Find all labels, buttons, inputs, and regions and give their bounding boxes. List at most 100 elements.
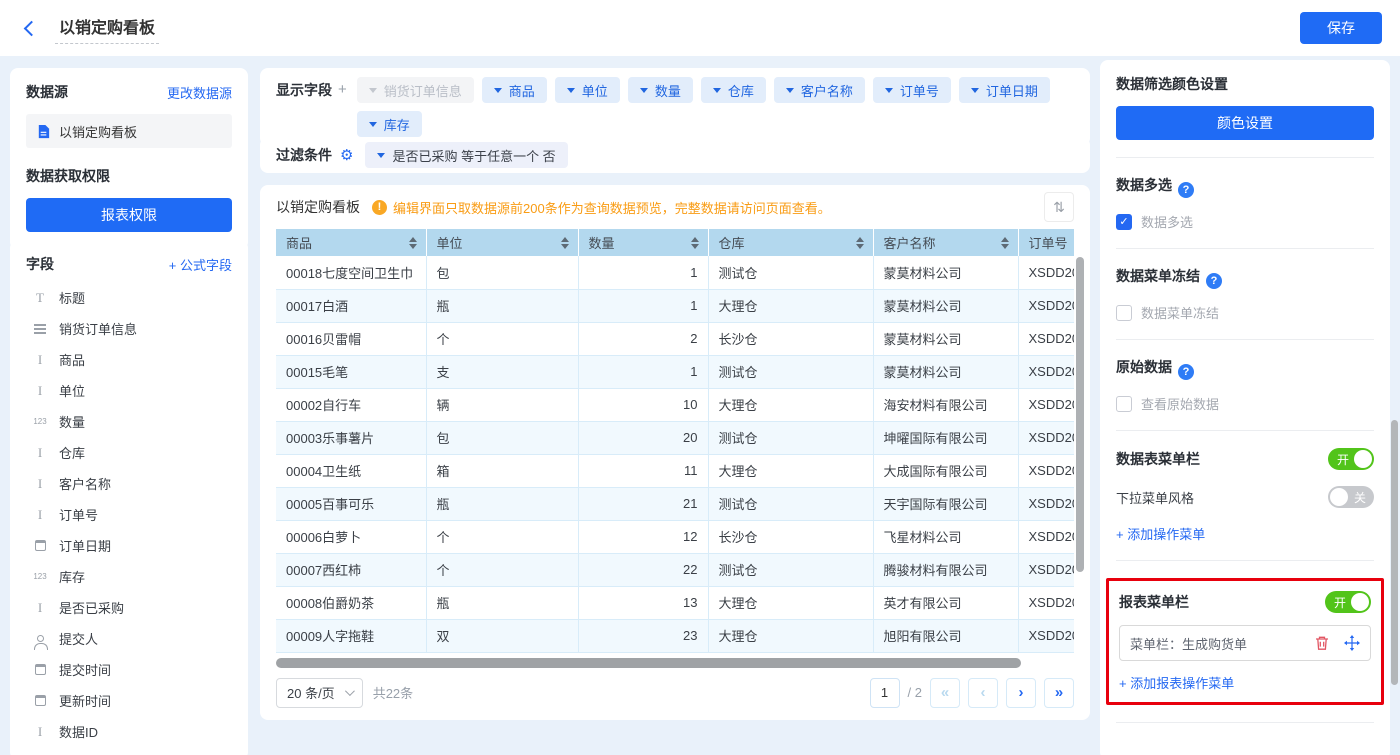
add-display-field-icon[interactable]: + (338, 77, 347, 137)
page-vertical-scrollbar[interactable] (1391, 420, 1398, 685)
field-chip[interactable]: 单位 (555, 77, 620, 103)
page-size-select[interactable]: 20 条/页 (276, 678, 363, 708)
toggle-knob (1354, 450, 1372, 468)
next-page-button[interactable]: › (1006, 678, 1036, 708)
field-item[interactable]: I订单号 (26, 499, 232, 530)
add-action-menu-link[interactable]: + 添加操作菜单 (1116, 524, 1205, 543)
sort-arrows-icon[interactable] (561, 237, 569, 249)
help-icon[interactable]: ? (1206, 273, 1222, 289)
back-icon[interactable] (24, 20, 40, 36)
move-icon[interactable] (1344, 635, 1360, 651)
field-item[interactable]: 提交时间 (26, 654, 232, 685)
table-horizontal-scrollbar[interactable] (276, 658, 1074, 668)
column-header[interactable]: 商品 (276, 229, 426, 256)
table-row[interactable]: 00002自行车辆10大理仓海安材料有限公司XSDD20 (276, 388, 1074, 421)
field-item[interactable]: 123库存 (26, 561, 232, 592)
color-settings-title: 数据筛选颜色设置 (1116, 74, 1374, 94)
column-header[interactable]: 单位 (426, 229, 578, 256)
help-icon[interactable]: ? (1178, 182, 1194, 198)
page-number-input[interactable]: 1 (870, 678, 900, 708)
multi-select-title: 数据多选 (1116, 177, 1172, 193)
last-page-button[interactable]: » (1044, 678, 1074, 708)
chevron-down-icon (885, 88, 893, 93)
field-chip[interactable]: 数量 (628, 77, 693, 103)
field-item[interactable]: T标题 (26, 282, 232, 313)
page-title: 以销定购看板 (55, 12, 159, 44)
dropdown-style-toggle[interactable]: 关 (1328, 486, 1374, 508)
table-menu-toggle[interactable]: 开 (1328, 448, 1374, 470)
column-header[interactable]: 客户名称 (873, 229, 1018, 256)
gear-icon[interactable]: ⚙ (340, 148, 353, 163)
filter-condition-chip[interactable]: 是否已采购 等于任意一个 否 (365, 142, 567, 168)
report-menu-highlight: 报表菜单栏 开 菜单栏：生成购货单 + 添加报表操作菜单 (1106, 578, 1384, 705)
table-row[interactable]: 00009人字拖鞋双23大理仓旭阳有限公司XSDD20 (276, 619, 1074, 652)
field-item[interactable]: 123数量 (26, 406, 232, 437)
sort-order-button[interactable]: ⇅ (1044, 192, 1074, 222)
field-chip[interactable]: 销货订单信息 (357, 77, 474, 103)
field-chip[interactable]: 仓库 (701, 77, 766, 103)
field-item[interactable]: I客户名称 (26, 468, 232, 499)
add-report-action-menu-link[interactable]: + 添加报表操作菜单 (1119, 673, 1234, 692)
table-row[interactable]: 00004卫生纸箱11大理仓大成国际有限公司XSDD20 (276, 454, 1074, 487)
report-menu-toggle[interactable]: 开 (1325, 591, 1371, 613)
sort-arrows-icon[interactable] (856, 237, 864, 249)
table-vertical-scrollbar[interactable] (1076, 257, 1084, 572)
checkbox-unchecked-icon[interactable] (1116, 305, 1132, 321)
text-field-icon: I (30, 383, 50, 399)
sort-arrows-icon[interactable] (409, 237, 417, 249)
field-item[interactable]: 销货订单信息 (26, 313, 232, 344)
raw-data-checkbox[interactable]: 查看原始数据 (1116, 394, 1374, 413)
table-row[interactable]: 00016贝雷帽个2长沙仓蒙莫材料公司XSDD20 (276, 322, 1074, 355)
table-row[interactable]: 00018七度空间卫生巾包1测试仓蒙莫材料公司XSDD20 (276, 256, 1074, 289)
date-field-icon (30, 540, 50, 551)
table-row[interactable]: 00017白酒瓶1大理仓蒙莫材料公司XSDD20 (276, 289, 1074, 322)
field-item[interactable]: I数据ID (26, 716, 232, 747)
multi-select-checkbox[interactable]: ✓ 数据多选 (1116, 212, 1374, 231)
chevron-down-icon (345, 686, 355, 696)
field-item[interactable]: I商品 (26, 344, 232, 375)
chevron-down-icon (713, 88, 721, 93)
field-item[interactable]: 订单日期 (26, 530, 232, 561)
sort-arrows-icon[interactable] (691, 237, 699, 249)
datasource-item[interactable]: 以销定购看板 (26, 114, 232, 148)
first-page-button[interactable]: « (930, 678, 960, 708)
prev-page-button[interactable]: ‹ (968, 678, 998, 708)
field-item[interactable]: 提交人 (26, 623, 232, 654)
table-row[interactable]: 00003乐事薯片包20测试仓坤曜国际有限公司XSDD20 (276, 421, 1074, 454)
change-datasource-link[interactable]: 更改数据源 (167, 83, 232, 102)
checkbox-checked-icon[interactable]: ✓ (1116, 214, 1132, 230)
column-header[interactable]: 数量 (578, 229, 708, 256)
report-permission-button[interactable]: 报表权限 (26, 198, 232, 232)
dropdown-style-label: 下拉菜单风格 (1116, 488, 1194, 507)
checkbox-unchecked-icon[interactable] (1116, 396, 1132, 412)
menu-item-label: 菜单栏：生成购货单 (1130, 634, 1314, 653)
field-chip[interactable]: 库存 (357, 111, 422, 137)
field-chip[interactable]: 订单日期 (959, 77, 1050, 103)
table-row[interactable]: 00008伯爵奶茶瓶13大理仓英才有限公司XSDD20 (276, 586, 1074, 619)
field-item[interactable]: I是否已采购 (26, 592, 232, 623)
table-row[interactable]: 00005百事可乐瓶21测试仓天宇国际有限公司XSDD20 (276, 487, 1074, 520)
help-icon[interactable]: ? (1178, 364, 1194, 380)
table-row[interactable]: 00007西红柿个22测试仓腾骏材料有限公司XSDD20 (276, 553, 1074, 586)
field-item[interactable]: I单位 (26, 375, 232, 406)
field-item[interactable]: 更新时间 (26, 685, 232, 716)
column-header[interactable]: 仓库 (708, 229, 873, 256)
delete-icon[interactable] (1314, 635, 1330, 651)
report-menu-item[interactable]: 菜单栏：生成购货单 (1119, 625, 1371, 661)
menu-freeze-checkbox[interactable]: 数据菜单冻结 (1116, 303, 1374, 322)
datasource-title: 数据源 (26, 82, 68, 102)
column-header[interactable]: 订单号 (1018, 229, 1074, 256)
page-total: / 2 (908, 685, 922, 700)
table-row[interactable]: 00015毛笔支1测试仓蒙莫材料公司XSDD20 (276, 355, 1074, 388)
color-settings-button[interactable]: 颜色设置 (1116, 106, 1374, 140)
preview-warning: ! 编辑界面只取数据源前200条作为查询数据预览，完整数据请访问页面查看。 (372, 198, 831, 217)
add-formula-field-link[interactable]: + 公式字段 (169, 255, 232, 274)
table-row[interactable]: 00006白萝卜个12长沙仓飞星材料公司XSDD20 (276, 520, 1074, 553)
field-item[interactable]: I仓库 (26, 437, 232, 468)
warning-text: 编辑界面只取数据源前200条作为查询数据预览，完整数据请访问页面查看。 (393, 198, 831, 217)
field-chip[interactable]: 商品 (482, 77, 547, 103)
field-chip[interactable]: 订单号 (873, 77, 951, 103)
sort-arrows-icon[interactable] (1001, 237, 1009, 249)
field-chip[interactable]: 客户名称 (774, 77, 865, 103)
save-button[interactable]: 保存 (1300, 12, 1382, 44)
